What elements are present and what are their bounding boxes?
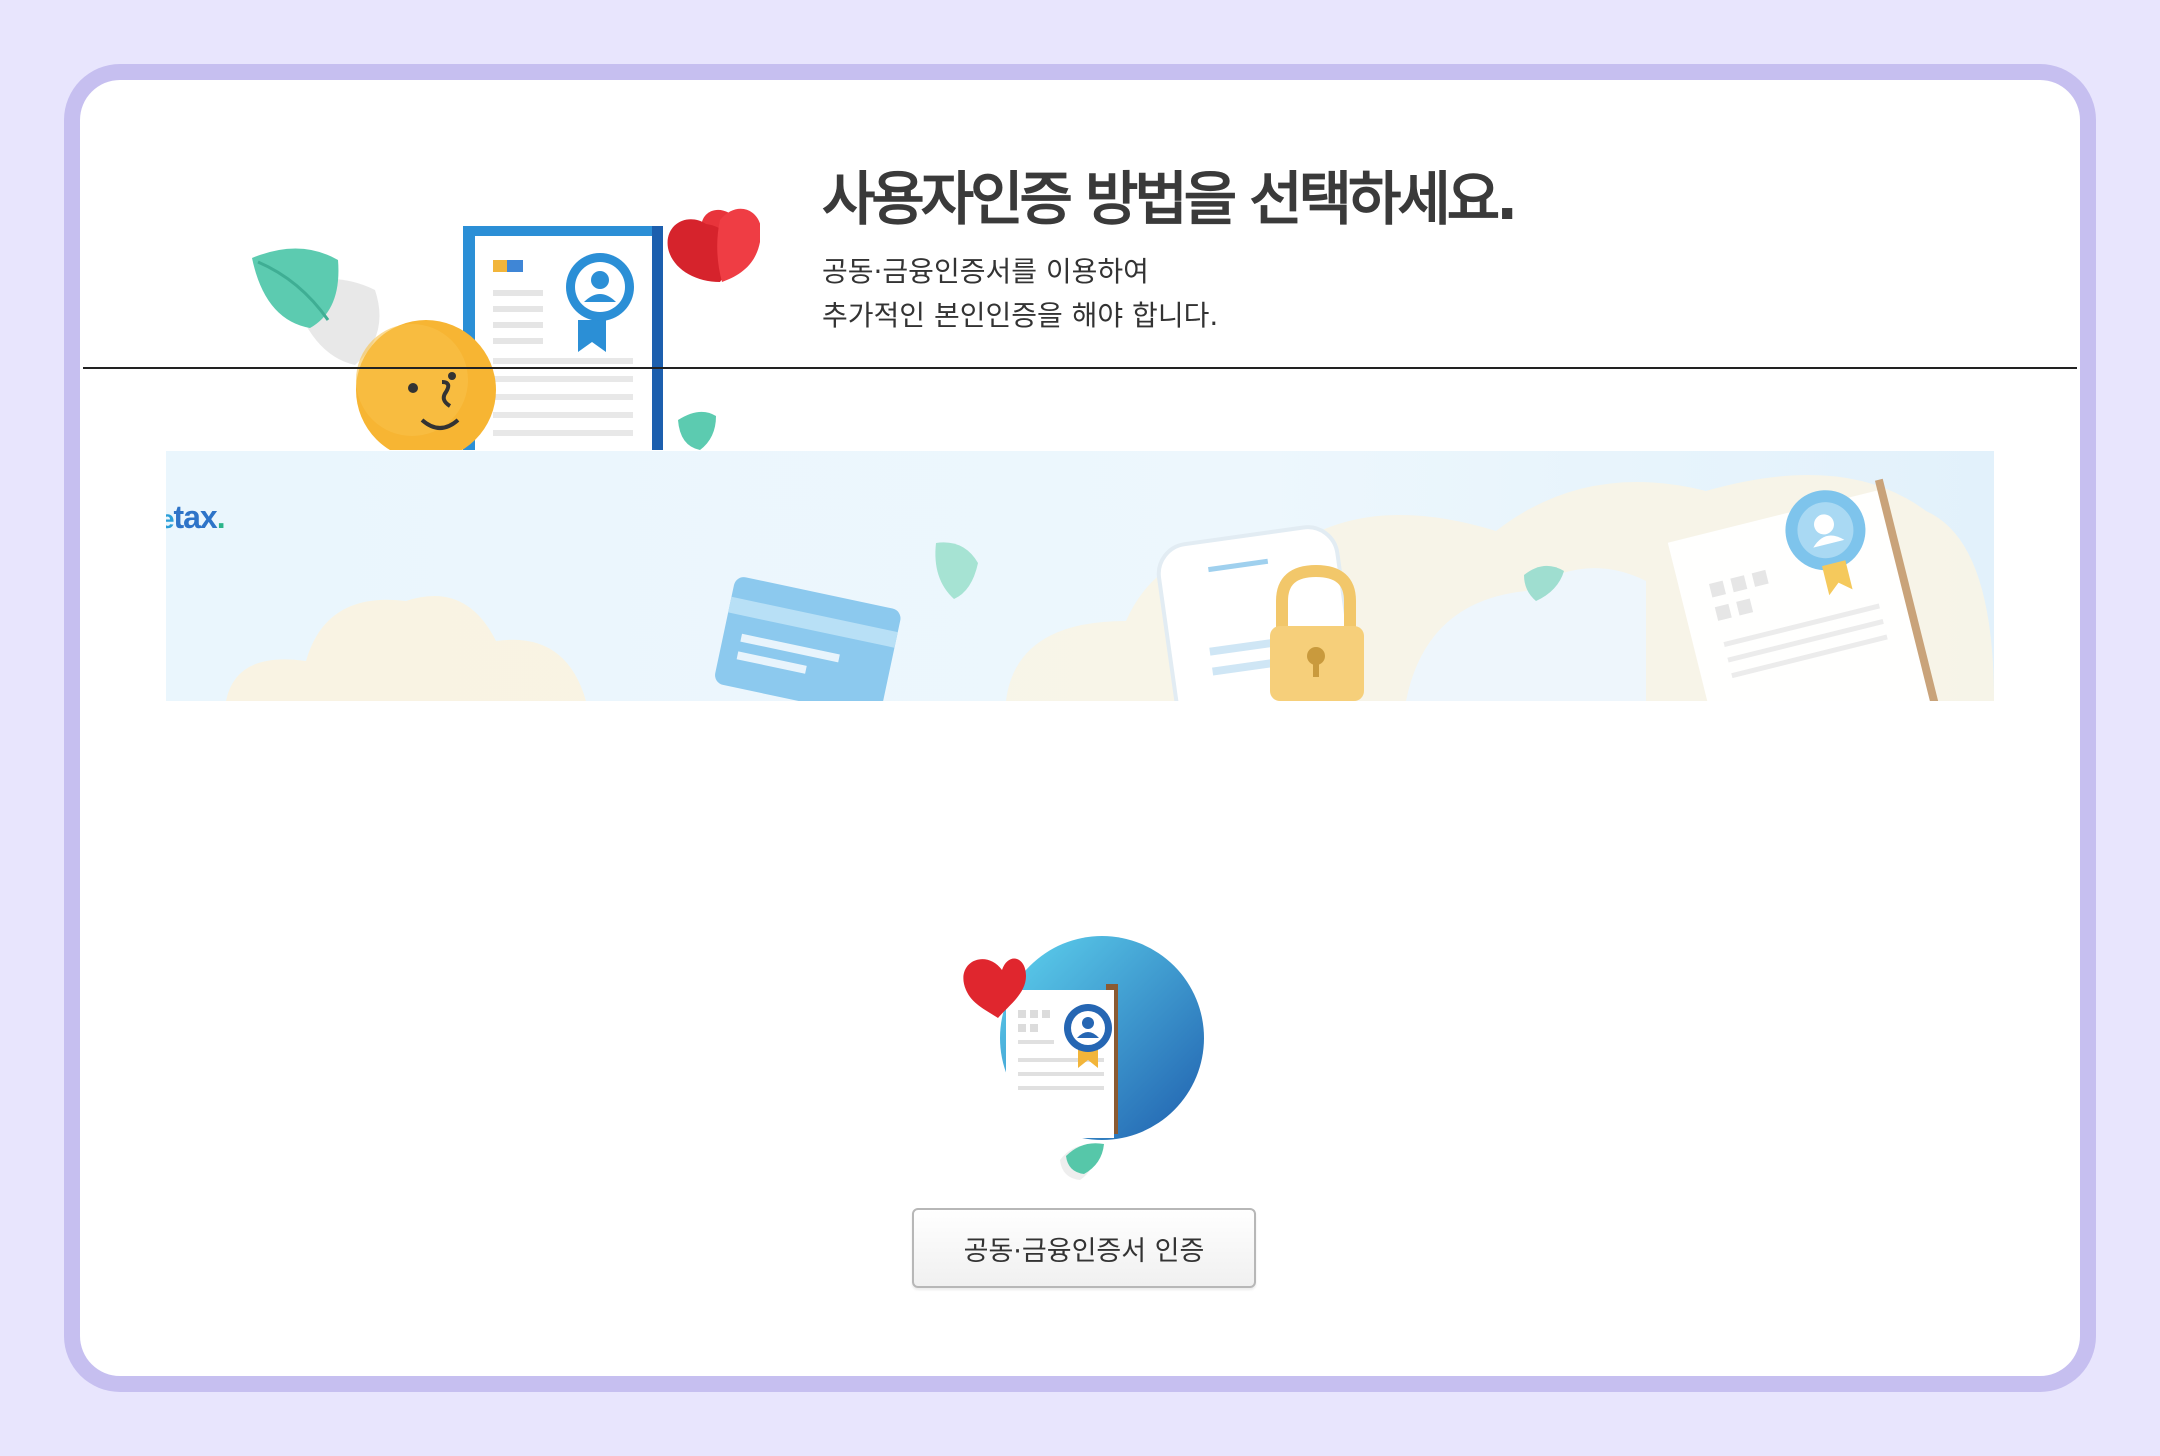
description-line: 공동·금융인증서를 이용하여 bbox=[822, 255, 1149, 288]
document-icon bbox=[1006, 984, 1118, 1138]
description-line: 추가적인 본인인증을 해야 합니다. bbox=[822, 299, 1219, 332]
header-divider bbox=[83, 367, 2077, 369]
leaf-icon bbox=[1060, 1143, 1104, 1180]
banner-illustration bbox=[166, 451, 1994, 701]
document-icon bbox=[463, 226, 663, 450]
auth-panel: 사용자인증 방법을 선택하세요. 공동·금융인증서를 이용하여 추가적인 본인인… bbox=[80, 80, 2080, 1376]
leaf-icon bbox=[678, 411, 716, 450]
certificate-auth-button[interactable]: 공동·금융인증서 인증 bbox=[912, 1208, 1256, 1288]
leaf-icon bbox=[252, 248, 380, 365]
page-description: 공동·금융인증서를 이용하여 추가적인 본인인증을 해야 합니다. bbox=[822, 250, 1218, 338]
page-title: 사용자인증 방법을 선택하세요. bbox=[822, 165, 1518, 233]
heart-icon bbox=[667, 208, 760, 282]
etax-banner: etax. bbox=[166, 451, 1994, 701]
certificate-illustration bbox=[963, 936, 1204, 1180]
header-illustration bbox=[252, 208, 760, 450]
etax-logo: etax. bbox=[166, 499, 226, 535]
